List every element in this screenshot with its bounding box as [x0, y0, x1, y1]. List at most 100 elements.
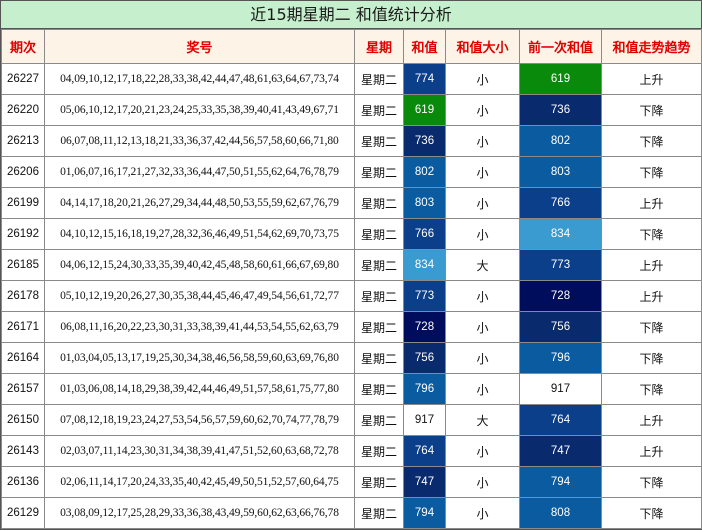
week-cell: 星期二: [354, 187, 404, 219]
sum-size-cell: 大: [445, 249, 520, 281]
prev-sum-cell: 796: [519, 342, 602, 374]
table-row: 26164 01,03,04,05,13,17,19,25,30,34,38,46…: [1, 342, 702, 374]
numbers-cell: 06,07,08,11,12,13,18,21,33,36,37,42,44,5…: [44, 125, 355, 157]
analysis-panel: 近15期星期二 和值统计分析 期次 奖号 星期 和值 和值大小 前一次和值 和值…: [0, 0, 702, 530]
prev-sum-cell: 794: [519, 466, 602, 498]
sum-cell: 747: [403, 466, 446, 498]
period-cell: 26150: [1, 404, 45, 436]
week-cell: 星期二: [354, 435, 404, 467]
sum-size-cell: 小: [445, 280, 520, 312]
week-cell: 星期二: [354, 63, 404, 95]
prev-sum-cell: 764: [519, 404, 602, 436]
numbers-cell: 01,06,07,16,17,21,27,32,33,36,44,47,50,5…: [44, 156, 355, 188]
trend-cell: 下降: [601, 373, 702, 405]
sum-cell: 756: [403, 342, 446, 374]
sum-cell: 619: [403, 94, 446, 126]
trend-cell: 下降: [601, 125, 702, 157]
table-row: 26171 06,08,11,16,20,22,23,30,31,33,38,39…: [1, 311, 702, 343]
sum-cell: 803: [403, 187, 446, 219]
table-row: 26157 01,03,06,08,14,18,29,38,39,42,44,46…: [1, 373, 702, 405]
prev-sum-cell: 773: [519, 249, 602, 281]
header-numbers: 奖号: [44, 29, 355, 64]
sum-cell: 796: [403, 373, 446, 405]
header-row: 期次 奖号 星期 和值 和值大小 前一次和值 和值走势趋势: [1, 29, 702, 64]
prev-sum-cell: 736: [519, 94, 602, 126]
numbers-cell: 02,03,07,11,14,23,30,31,34,38,39,41,47,5…: [44, 435, 355, 467]
table-body: 26227 04,09,10,12,17,18,22,28,33,38,42,44…: [1, 63, 702, 529]
trend-cell: 下降: [601, 497, 702, 529]
period-cell: 26199: [1, 187, 45, 219]
period-cell: 26192: [1, 218, 45, 250]
week-cell: 星期二: [354, 497, 404, 529]
prev-sum-cell: 803: [519, 156, 602, 188]
sum-cell: 764: [403, 435, 446, 467]
prev-sum-cell: 747: [519, 435, 602, 467]
week-cell: 星期二: [354, 156, 404, 188]
period-cell: 26136: [1, 466, 45, 498]
sum-size-cell: 大: [445, 404, 520, 436]
period-cell: 26143: [1, 435, 45, 467]
sum-size-cell: 小: [445, 187, 520, 219]
sum-size-cell: 小: [445, 435, 520, 467]
sum-size-cell: 小: [445, 342, 520, 374]
trend-cell: 下降: [601, 311, 702, 343]
stats-table: 期次 奖号 星期 和值 和值大小 前一次和值 和值走势趋势 26227 04,09…: [1, 29, 702, 529]
sum-size-cell: 小: [445, 466, 520, 498]
trend-cell: 上升: [601, 63, 702, 95]
prev-sum-cell: 917: [519, 373, 602, 405]
numbers-cell: 04,06,12,15,24,30,33,35,39,40,42,45,48,5…: [44, 249, 355, 281]
trend-cell: 下降: [601, 342, 702, 374]
prev-sum-cell: 756: [519, 311, 602, 343]
sum-cell: 794: [403, 497, 446, 529]
sum-size-cell: 小: [445, 94, 520, 126]
prev-sum-cell: 802: [519, 125, 602, 157]
numbers-cell: 03,08,09,12,17,25,28,29,33,36,38,43,49,5…: [44, 497, 355, 529]
table-row: 26136 02,06,11,14,17,20,24,33,35,40,42,45…: [1, 466, 702, 498]
week-cell: 星期二: [354, 249, 404, 281]
period-cell: 26185: [1, 249, 45, 281]
header-trend: 和值走势趋势: [601, 29, 702, 64]
sum-size-cell: 小: [445, 311, 520, 343]
sum-size-cell: 小: [445, 497, 520, 529]
period-cell: 26227: [1, 63, 45, 95]
trend-cell: 下降: [601, 466, 702, 498]
period-cell: 26178: [1, 280, 45, 312]
table-row: 26178 05,10,12,19,20,26,27,30,35,38,44,45…: [1, 280, 702, 312]
numbers-cell: 04,14,17,18,20,21,26,27,29,34,44,48,50,5…: [44, 187, 355, 219]
sum-cell: 917: [403, 404, 446, 436]
week-cell: 星期二: [354, 94, 404, 126]
period-cell: 26164: [1, 342, 45, 374]
week-cell: 星期二: [354, 373, 404, 405]
week-cell: 星期二: [354, 280, 404, 312]
table-row: 26220 05,06,10,12,17,20,21,23,24,25,33,35…: [1, 94, 702, 126]
table-row: 26227 04,09,10,12,17,18,22,28,33,38,42,44…: [1, 63, 702, 95]
sum-size-cell: 小: [445, 156, 520, 188]
sum-cell: 728: [403, 311, 446, 343]
prev-sum-cell: 808: [519, 497, 602, 529]
header-sum: 和值: [403, 29, 446, 64]
table-row: 26129 03,08,09,12,17,25,28,29,33,36,38,43…: [1, 497, 702, 529]
header-prev-sum: 前一次和值: [519, 29, 602, 64]
sum-size-cell: 小: [445, 218, 520, 250]
prev-sum-cell: 766: [519, 187, 602, 219]
trend-cell: 上升: [601, 435, 702, 467]
sum-cell: 766: [403, 218, 446, 250]
sum-size-cell: 小: [445, 63, 520, 95]
period-cell: 26157: [1, 373, 45, 405]
week-cell: 星期二: [354, 404, 404, 436]
header-sum-size: 和值大小: [445, 29, 520, 64]
numbers-cell: 01,03,04,05,13,17,19,25,30,34,38,46,56,5…: [44, 342, 355, 374]
numbers-cell: 02,06,11,14,17,20,24,33,35,40,42,45,49,5…: [44, 466, 355, 498]
sum-cell: 802: [403, 156, 446, 188]
period-cell: 26213: [1, 125, 45, 157]
numbers-cell: 07,08,12,18,19,23,24,27,53,54,56,57,59,6…: [44, 404, 355, 436]
week-cell: 星期二: [354, 218, 404, 250]
week-cell: 星期二: [354, 311, 404, 343]
sum-size-cell: 小: [445, 125, 520, 157]
sum-cell: 834: [403, 249, 446, 281]
table-row: 26185 04,06,12,15,24,30,33,35,39,40,42,45…: [1, 249, 702, 281]
prev-sum-cell: 619: [519, 63, 602, 95]
trend-cell: 下降: [601, 94, 702, 126]
period-cell: 26171: [1, 311, 45, 343]
table-row: 26192 04,10,12,15,16,18,19,27,28,32,36,46…: [1, 218, 702, 250]
